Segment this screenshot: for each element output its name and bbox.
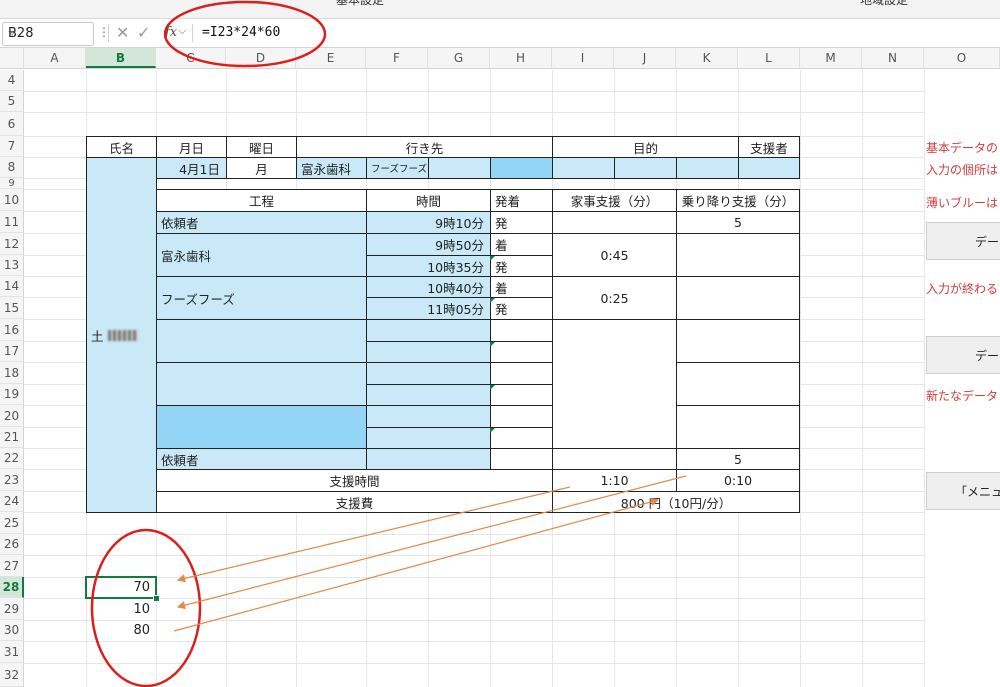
- arrow-ride-to-b29: [176, 475, 687, 610]
- arrow-b30-to-fee: [173, 497, 660, 632]
- formula-highlight-ellipse: [163, 0, 327, 68]
- result-highlight-ellipse: [90, 528, 202, 687]
- arrow-housework-to-b28: [176, 486, 571, 583]
- annotation-overlay: [90, 0, 687, 687]
